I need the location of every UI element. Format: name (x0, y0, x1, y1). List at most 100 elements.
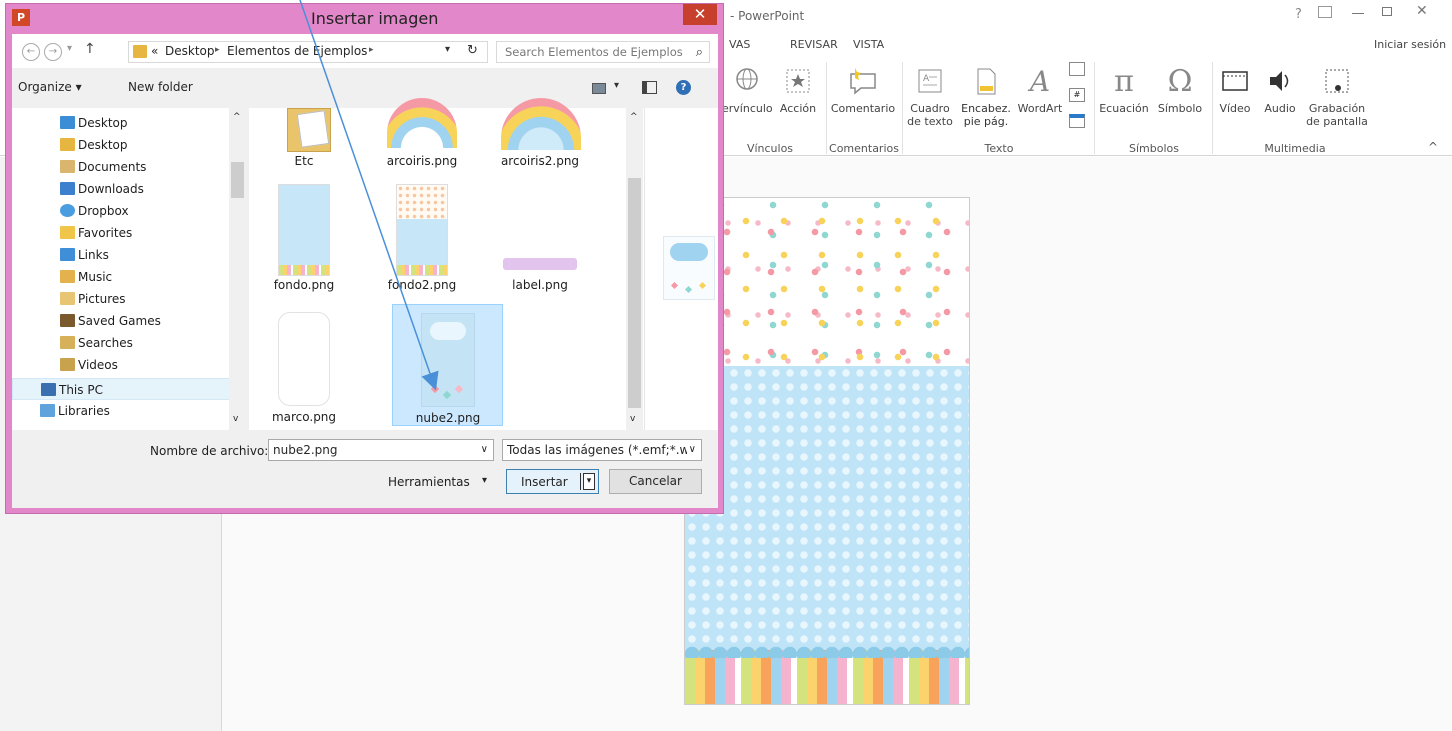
insert-image-dialog: P Insertar imagen ✕ ← → ▾ ↑ « Desktop ▸ … (5, 3, 724, 514)
filename-input[interactable]: nube2.png ∨ (268, 439, 494, 461)
recent-dropdown-icon[interactable]: ▾ (67, 43, 72, 54)
scroll-down-icon[interactable]: v (630, 414, 635, 424)
file-item-fondo[interactable]: fondo.png (249, 180, 359, 292)
insert-split-dropdown-icon[interactable]: ▾ (583, 473, 595, 490)
sidebar-item-searches[interactable]: Searches (12, 332, 238, 354)
scroll-down-icon[interactable]: v (233, 414, 238, 424)
file-item-etc[interactable]: Etc (249, 108, 359, 170)
sidebar-item-pictures[interactable]: Pictures (12, 288, 238, 310)
date-time-icon[interactable] (1069, 62, 1085, 76)
tools-dropdown-icon[interactable]: ▾ (482, 475, 487, 486)
up-arrow-icon[interactable]: ↑ (84, 41, 96, 57)
restore-icon[interactable] (1382, 7, 1392, 16)
organize-button[interactable]: Organize ▾ (18, 80, 82, 94)
stripe-border (685, 650, 969, 704)
address-bar[interactable]: « Desktop ▸ Elementos de Ejemplos ▸ ▾ ↻ (128, 41, 488, 63)
omega-icon: Ω (1167, 63, 1193, 99)
tools-button[interactable]: Herramientas (388, 475, 470, 489)
frame-thumbnail-icon (278, 312, 330, 406)
refresh-icon[interactable]: ↻ (467, 43, 478, 58)
breadcrumb-desktop[interactable]: Desktop (165, 44, 215, 58)
breadcrumb-overflow[interactable]: « (151, 44, 158, 58)
breadcrumb-separator-icon[interactable]: ▸ (369, 45, 374, 55)
wordart-button[interactable]: A WordArt (1014, 64, 1066, 115)
dialog-close-button[interactable]: ✕ (683, 4, 717, 25)
folder-icon (60, 138, 75, 151)
change-view-icon[interactable] (592, 83, 606, 94)
video-button[interactable]: Vídeo (1216, 64, 1254, 115)
preview-pane-icon[interactable] (642, 81, 657, 94)
sidebar-item-this-pc[interactable]: This PC (12, 378, 238, 400)
file-type-select[interactable]: Todas las imágenes (*.emf;*.wr ∨ (502, 439, 702, 461)
hyperlink-button[interactable]: ervínculo (722, 64, 773, 115)
ribbon-display-icon[interactable] (1318, 6, 1332, 18)
file-item-marco[interactable]: marco.png (249, 304, 359, 426)
sidebar-item-documents[interactable]: Documents (12, 156, 238, 178)
sidebar-item-saved-games[interactable]: Saved Games (12, 310, 238, 332)
tab-review[interactable]: REVISAR (790, 38, 838, 51)
file-type-dropdown-icon[interactable]: ∨ (686, 440, 696, 460)
sidebar-item-music[interactable]: Music (12, 266, 238, 288)
action-button[interactable]: Acción (776, 64, 820, 115)
group-text-label: Texto (984, 142, 1014, 155)
rainbow-thumbnail-icon (387, 98, 457, 148)
sidebar-item-videos[interactable]: Videos (12, 354, 238, 376)
sidebar-scrollbar[interactable]: ^ v (229, 108, 246, 430)
textbox-button[interactable]: A Cuadro de texto (906, 64, 954, 128)
search-input[interactable]: Search Elementos de Ejemplos ⌕ (496, 41, 710, 63)
address-dropdown-icon[interactable]: ▾ (445, 44, 450, 55)
search-icon: ⌕ (695, 45, 703, 60)
sidebar-item-libraries[interactable]: Libraries (12, 400, 238, 422)
sidebar-item-desktop[interactable]: Desktop (12, 134, 238, 156)
signin-link[interactable]: Iniciar sesión (1374, 38, 1446, 51)
file-item-arcoiris2[interactable]: arcoiris2.png (485, 98, 595, 170)
sidebar-item-favorites[interactable]: Favorites (12, 222, 238, 244)
file-item-fondo2[interactable]: fondo2.png (367, 180, 477, 292)
sidebar-item-downloads[interactable]: Downloads (12, 178, 238, 200)
sidebar-item-desktop-top[interactable]: Desktop (12, 112, 238, 134)
help-icon[interactable]: ? (676, 80, 691, 95)
screen-recording-button[interactable]: Grabación de pantalla (1302, 64, 1372, 128)
preview-pane (644, 108, 718, 430)
current-slide[interactable] (684, 197, 970, 705)
sidebar-scroll-thumb[interactable] (231, 162, 244, 198)
filename-label: Nombre de archivo: (150, 444, 269, 458)
view-dropdown-icon[interactable]: ▾ (614, 80, 619, 91)
equation-button[interactable]: π Ecuación (1096, 64, 1152, 115)
breadcrumb-folder[interactable]: Elementos de Ejemplos (227, 44, 367, 58)
saved-games-icon (60, 314, 75, 327)
favorites-icon (60, 226, 75, 239)
new-folder-button[interactable]: New folder (128, 80, 193, 94)
filename-dropdown-icon[interactable]: ∨ (481, 440, 488, 460)
folder-icon (133, 45, 147, 58)
slide-number-icon[interactable]: # (1069, 88, 1085, 102)
audio-button[interactable]: Audio (1260, 64, 1300, 115)
file-list-scrollbar[interactable]: ^ v (626, 108, 643, 430)
sidebar-item-dropbox[interactable]: Dropbox (12, 200, 238, 222)
sidebar-item-links[interactable]: Links (12, 244, 238, 266)
file-item-nube2[interactable]: nube2.png (392, 304, 503, 426)
scroll-up-icon[interactable]: ^ (630, 112, 638, 122)
help-button[interactable]: ? (1295, 7, 1302, 22)
tab-view[interactable]: VISTA (853, 38, 884, 51)
comment-button[interactable]: Comentario (828, 64, 898, 115)
insert-button[interactable]: Insertar ▾ (506, 469, 599, 494)
symbol-button[interactable]: Ω Símbolo (1152, 64, 1208, 115)
header-footer-button[interactable]: Encabez. pie pág. (960, 64, 1012, 128)
file-item-label[interactable]: label.png (485, 180, 595, 292)
breadcrumb-separator-icon[interactable]: ▸ (215, 45, 220, 55)
collapse-ribbon-icon[interactable]: ^ (1428, 140, 1438, 154)
back-arrow-icon[interactable]: ← (22, 43, 40, 61)
close-window-icon[interactable]: ✕ (1416, 3, 1428, 19)
scroll-up-icon[interactable]: ^ (233, 112, 241, 122)
tab-transitions[interactable]: VAS (729, 38, 750, 51)
documents-icon (60, 160, 75, 173)
forward-arrow-icon[interactable]: → (44, 43, 62, 61)
minimize-icon[interactable] (1352, 13, 1364, 14)
dialog-title: Insertar imagen (311, 9, 439, 28)
dialog-titlebar[interactable]: P Insertar imagen ✕ (6, 4, 723, 34)
object-icon[interactable] (1069, 114, 1085, 128)
file-item-arcoiris[interactable]: arcoiris.png (367, 98, 477, 170)
file-list-scroll-thumb[interactable] (628, 178, 641, 408)
cancel-button[interactable]: Cancelar (609, 469, 702, 494)
